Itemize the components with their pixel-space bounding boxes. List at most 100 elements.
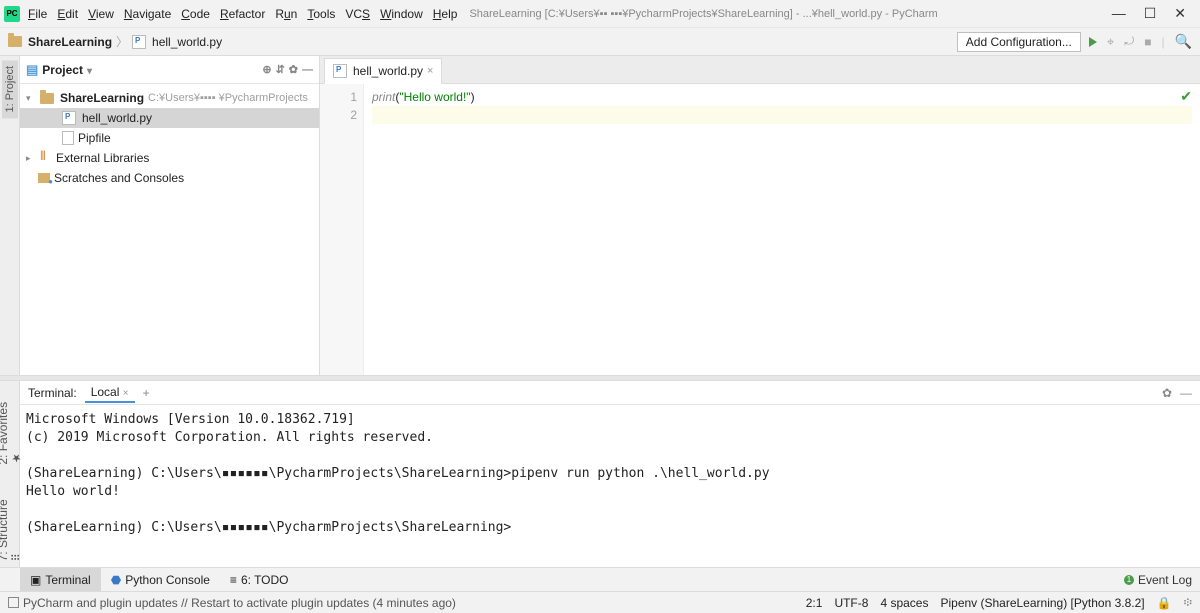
close-icon[interactable]: ✕ [1174, 5, 1186, 22]
add-configuration-button[interactable]: Add Configuration... [957, 32, 1081, 52]
tree-root-path: C:¥Users¥▪▪▪▪ ¥PycharmProjects [148, 92, 308, 104]
inspection-ok-icon[interactable]: ✔ [1180, 88, 1192, 105]
status-message[interactable]: PyCharm and plugin updates // Restart to… [8, 596, 794, 610]
status-interpreter[interactable]: Pipenv (ShareLearning) [Python 3.8.2] [940, 596, 1144, 610]
python-file-icon [62, 111, 76, 125]
window-title-path: ShareLearning [C:¥Users¥▪▪ ▪▪▪¥PycharmPr… [469, 8, 1111, 20]
hide-icon[interactable]: — [1180, 386, 1192, 400]
project-tree: ▾ ShareLearning C:¥Users¥▪▪▪▪ ¥PycharmPr… [20, 84, 319, 375]
pycharm-icon: PC [4, 6, 20, 22]
breadcrumb-project[interactable]: ShareLearning [28, 35, 112, 49]
locate-icon[interactable]: ⊕ [262, 63, 271, 76]
left-tool-strip: 1: Project [0, 56, 20, 375]
editor-tabs: hell_world.py × [320, 56, 1200, 84]
terminal-pane: 2: Favorites ★ 7: Structure ⠿ Terminal: … [0, 381, 1200, 567]
menu-view[interactable]: View [88, 7, 114, 21]
code-identifier: print [372, 90, 395, 104]
todo-icon: ≡ [230, 573, 237, 587]
editor-tab-label: hell_world.py [353, 64, 423, 78]
maximize-icon[interactable]: ☐ [1144, 5, 1157, 22]
bottom-tab-terminal[interactable]: ▣ Terminal [20, 568, 101, 591]
scratches-icon [38, 173, 50, 183]
tree-root[interactable]: ▾ ShareLearning C:¥Users¥▪▪▪▪ ¥PycharmPr… [20, 88, 319, 108]
status-box-icon [8, 597, 19, 608]
bottom-tab-todo[interactable]: ≡ 6: TODO [220, 568, 299, 591]
menu-code[interactable]: Code [181, 7, 210, 21]
main-content: 1: Project ▤ Project ⊕ ⇵ ✿ — ▾ ShareLear… [0, 56, 1200, 375]
editor-area: hell_world.py × 1 2 print("Hello world!"… [320, 56, 1200, 375]
left-tool-strip-lower: 2: Favorites ★ 7: Structure ⠿ [0, 381, 20, 567]
tree-external-libraries[interactable]: ▸ External Libraries [20, 148, 319, 168]
notification-badge-icon: 1 [1124, 575, 1134, 585]
minimize-icon[interactable]: — [1112, 5, 1126, 22]
menu-tools[interactable]: Tools [307, 7, 335, 21]
gear-icon[interactable]: ✿ [289, 63, 298, 76]
run-buttons: ⌖ ⤾ ■ | 🔍 [1089, 33, 1192, 50]
nav-toolbar: ShareLearning 〉 hell_world.py Add Config… [0, 28, 1200, 56]
breadcrumb-file[interactable]: hell_world.py [152, 35, 222, 49]
python-file-icon [132, 35, 146, 49]
menu-navigate[interactable]: Navigate [124, 7, 171, 21]
titlebar: PC File Edit View Navigate Code Refactor… [0, 0, 1200, 28]
project-panel: ▤ Project ⊕ ⇵ ✿ — ▾ ShareLearning C:¥Use… [20, 56, 320, 375]
stop-icon[interactable]: ■ [1144, 35, 1151, 49]
line-number: 1 [326, 88, 357, 106]
status-caret-pos[interactable]: 2:1 [806, 596, 823, 610]
project-view-icon: ▤ [26, 62, 38, 78]
menu-window[interactable]: Window [380, 7, 423, 21]
terminal-header: Terminal: Local × + ✿ — [20, 381, 1200, 405]
terminal-output[interactable]: Microsoft Windows [Version 10.0.18362.71… [20, 405, 1200, 567]
terminal-tab[interactable]: Local × [85, 383, 135, 403]
search-icon[interactable]: 🔍 [1175, 33, 1192, 50]
tree-scratches[interactable]: Scratches and Consoles [20, 168, 319, 188]
breadcrumb: ShareLearning 〉 hell_world.py [8, 33, 957, 50]
code-string: "Hello world!" [399, 90, 470, 104]
tree-scratches-label: Scratches and Consoles [54, 171, 184, 185]
status-bar: PyCharm and plugin updates // Restart to… [0, 591, 1200, 613]
editor-tab[interactable]: hell_world.py × [324, 58, 442, 84]
ide-hector-icon[interactable]: ፨ [1184, 595, 1192, 610]
chevron-right-icon[interactable]: ▸ [26, 153, 36, 164]
status-encoding[interactable]: UTF-8 [834, 596, 868, 610]
editor-gutter: 1 2 [320, 84, 364, 375]
terminal-title: Terminal: [28, 386, 77, 400]
tree-file-pip[interactable]: Pipfile [20, 128, 319, 148]
close-tab-icon[interactable]: × [123, 388, 129, 399]
hide-icon[interactable]: — [302, 64, 313, 76]
left-tab-favorites[interactable]: 2: Favorites ★ [0, 385, 25, 471]
menu-file[interactable]: File [28, 7, 47, 21]
menu-edit[interactable]: Edit [57, 7, 78, 21]
status-indent[interactable]: 4 spaces [880, 596, 928, 610]
menu-run[interactable]: Run [275, 7, 297, 21]
menu-vcs[interactable]: VCS [345, 7, 370, 21]
tree-file-py[interactable]: hell_world.py [20, 108, 319, 128]
expand-icon[interactable]: ⇵ [276, 63, 285, 76]
chevron-down-icon[interactable]: ▾ [26, 93, 36, 104]
bottom-tab-python-console[interactable]: ⬣ Python Console [101, 568, 220, 591]
bottom-tabs: ▣ Terminal ⬣ Python Console ≡ 6: TODO 1 … [0, 567, 1200, 591]
close-tab-icon[interactable]: × [427, 65, 433, 77]
event-log-button[interactable]: 1 Event Log [1124, 573, 1200, 587]
left-tab-project[interactable]: 1: Project [2, 60, 18, 118]
project-dropdown[interactable]: Project [42, 63, 92, 77]
code-current-line [372, 106, 1192, 124]
python-file-icon [333, 64, 347, 78]
editor-content[interactable]: print("Hello world!") [364, 84, 1200, 375]
debug-icon[interactable]: ⌖ [1107, 34, 1114, 50]
tree-file-label: Pipfile [78, 131, 111, 145]
run-icon[interactable] [1089, 37, 1097, 47]
code-editor[interactable]: 1 2 print("Hello world!") ✔ [320, 84, 1200, 375]
lock-icon[interactable]: 🔒 [1157, 596, 1172, 610]
folder-icon [40, 93, 54, 104]
left-tab-structure[interactable]: 7: Structure ⠿ [0, 487, 25, 567]
run-cov-icon[interactable]: ⤾ [1124, 34, 1134, 49]
gear-icon[interactable]: ✿ [1162, 386, 1172, 400]
new-terminal-tab-icon[interactable]: + [143, 386, 150, 400]
libraries-icon [40, 152, 52, 164]
tree-file-label: hell_world.py [82, 111, 152, 125]
menu-refactor[interactable]: Refactor [220, 7, 265, 21]
folder-icon [8, 36, 22, 47]
menu-help[interactable]: Help [433, 7, 458, 21]
project-header: ▤ Project ⊕ ⇵ ✿ — [20, 56, 319, 84]
tree-ext-lib-label: External Libraries [56, 151, 149, 165]
